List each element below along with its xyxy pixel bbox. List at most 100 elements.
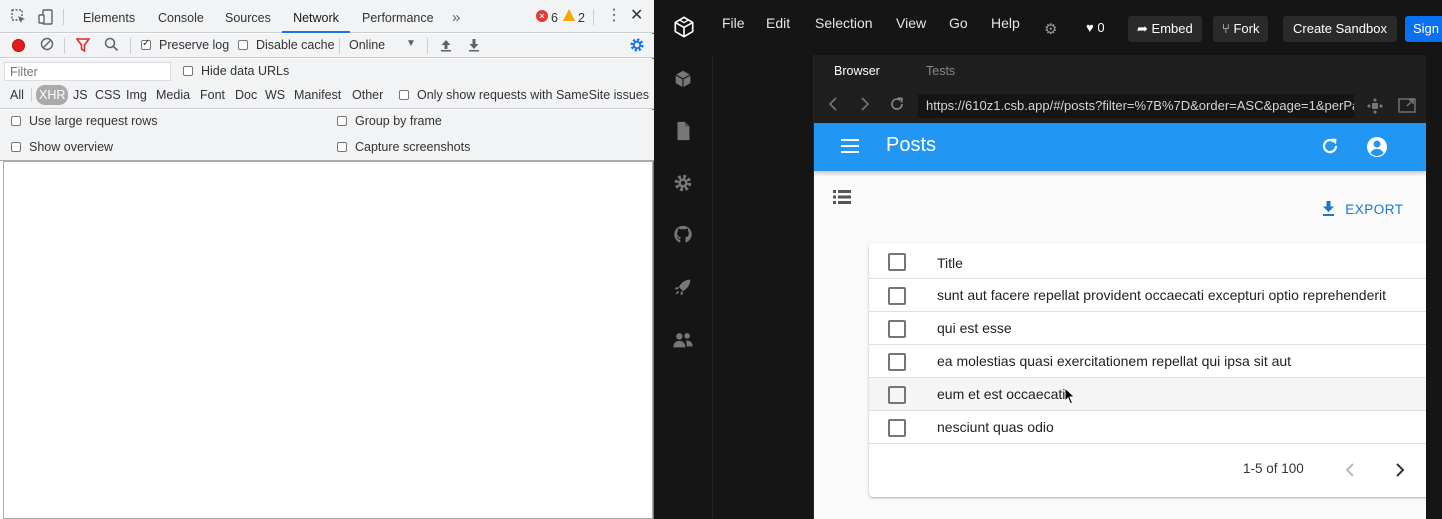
large-rows-label[interactable]: Use large request rows xyxy=(29,114,158,128)
network-toolbar: Preserve log Disable cache Online ▼ xyxy=(0,34,654,58)
device-toolbar-icon[interactable] xyxy=(38,9,54,28)
tab-elements[interactable]: Elements xyxy=(83,0,135,33)
preserve-log-checkbox[interactable] xyxy=(141,38,151,50)
type-filter-img[interactable]: Img xyxy=(123,85,150,105)
filter-icon[interactable] xyxy=(75,38,91,55)
throttle-select[interactable]: Online xyxy=(349,38,385,52)
group-by-frame-label[interactable]: Group by frame xyxy=(355,114,442,128)
large-rows-checkbox[interactable] xyxy=(11,116,21,126)
preview-url-input[interactable]: https://610z1.csb.app/#/posts?filter=%7B… xyxy=(918,94,1354,118)
type-filter-all[interactable]: All xyxy=(7,85,27,105)
live-collaboration-icon[interactable] xyxy=(672,329,694,351)
devtools-toggle-icon[interactable] xyxy=(1366,97,1384,119)
row-checkbox[interactable] xyxy=(888,419,906,437)
more-tabs-icon[interactable]: » xyxy=(452,0,460,33)
list-view-icon[interactable] xyxy=(833,190,851,209)
chevron-down-icon[interactable]: ▼ xyxy=(406,38,416,49)
deploy-rocket-icon[interactable] xyxy=(672,276,694,298)
export-button[interactable]: EXPORT xyxy=(1322,201,1404,217)
record-icon[interactable] xyxy=(12,39,25,52)
column-header-title[interactable]: Title xyxy=(937,255,963,271)
menu-edit[interactable]: Edit xyxy=(766,15,790,31)
refresh-icon[interactable] xyxy=(1321,137,1339,160)
type-filter-other[interactable]: Other xyxy=(349,85,386,105)
table-row[interactable]: ea molestias quasi exercitationem repell… xyxy=(869,345,1426,378)
tab-performance[interactable]: Performance xyxy=(362,0,434,33)
tab-sources[interactable]: Sources xyxy=(225,0,271,33)
codesandbox-logo-icon[interactable] xyxy=(673,16,695,38)
row-checkbox[interactable] xyxy=(888,353,906,371)
file-explorer-icon[interactable] xyxy=(672,120,694,142)
refresh-icon[interactable] xyxy=(889,96,905,116)
account-avatar-icon[interactable] xyxy=(1366,136,1388,163)
like-button[interactable]: ♥ 0 xyxy=(1086,20,1105,35)
type-filter-xhr[interactable]: XHR xyxy=(36,85,69,105)
disable-cache-checkbox[interactable] xyxy=(238,40,248,50)
open-new-window-icon[interactable] xyxy=(1398,97,1416,117)
type-filter-font[interactable]: Font xyxy=(197,85,228,105)
tab-network[interactable]: Network xyxy=(282,0,350,33)
disable-cache-label[interactable]: Disable cache xyxy=(256,38,335,52)
menu-selection[interactable]: Selection xyxy=(815,15,873,31)
table-row[interactable]: sunt aut facere repellat provident occae… xyxy=(869,279,1426,312)
more-options-icon[interactable]: ⋮ xyxy=(606,8,622,24)
type-filter-js[interactable]: JS xyxy=(70,85,91,105)
type-filter-manifest[interactable]: Manifest xyxy=(291,85,344,105)
network-settings-gear-icon[interactable] xyxy=(629,37,645,56)
filter-input[interactable] xyxy=(4,62,171,81)
back-icon[interactable] xyxy=(828,96,838,116)
table-row[interactable]: nesciunt quas odio xyxy=(869,411,1426,444)
samesite-label[interactable]: Only show requests with SameSite issues xyxy=(417,88,649,102)
capture-screenshots-label[interactable]: Capture screenshots xyxy=(355,140,470,154)
preserve-log-label[interactable]: Preserve log xyxy=(159,38,229,52)
import-har-icon[interactable] xyxy=(440,38,452,55)
tab-console[interactable]: Console xyxy=(158,0,204,33)
hide-data-urls-checkbox[interactable] xyxy=(183,66,193,76)
error-count[interactable]: 6 xyxy=(551,0,558,36)
capture-screenshots-checkbox[interactable] xyxy=(337,142,347,152)
forward-icon[interactable] xyxy=(860,96,870,116)
group-by-frame-checkbox[interactable] xyxy=(337,116,347,126)
sign-in-button[interactable]: Sign xyxy=(1405,16,1442,42)
github-icon[interactable] xyxy=(672,224,694,246)
select-all-checkbox[interactable] xyxy=(888,253,906,271)
hamburger-menu-icon[interactable] xyxy=(841,139,859,158)
fork-button[interactable]: ⑂ Fork xyxy=(1213,16,1269,42)
clear-icon[interactable] xyxy=(40,37,54,54)
show-overview-label[interactable]: Show overview xyxy=(29,140,113,154)
show-overview-checkbox[interactable] xyxy=(11,142,21,152)
menu-view[interactable]: View xyxy=(896,15,926,31)
inspect-element-icon[interactable] xyxy=(11,9,27,28)
row-checkbox[interactable] xyxy=(888,287,906,305)
settings-cog-icon[interactable] xyxy=(672,172,694,194)
menu-help[interactable]: Help xyxy=(991,15,1020,31)
type-filter-ws[interactable]: WS xyxy=(262,85,288,105)
warning-count[interactable]: 2 xyxy=(578,0,585,36)
warning-icon[interactable] xyxy=(563,9,575,21)
tab-tests[interactable]: Tests xyxy=(926,64,955,78)
samesite-checkbox[interactable] xyxy=(399,90,409,100)
type-filter-css[interactable]: CSS xyxy=(92,85,124,105)
menu-go[interactable]: Go xyxy=(949,15,968,31)
previous-page-icon[interactable] xyxy=(1345,463,1355,482)
network-filter-bar: Hide data URLs All XHR JS CSS Img Media … xyxy=(0,59,654,109)
search-icon[interactable] xyxy=(104,37,119,55)
menu-file[interactable]: File xyxy=(722,15,745,31)
create-sandbox-button[interactable]: Create Sandbox xyxy=(1283,16,1397,42)
close-icon[interactable]: ✕ xyxy=(630,8,643,24)
row-checkbox[interactable] xyxy=(888,386,906,404)
error-icon[interactable]: × xyxy=(536,10,548,22)
next-page-icon[interactable] xyxy=(1395,463,1405,482)
project-info-cube-icon[interactable] xyxy=(672,68,694,90)
type-filter-media[interactable]: Media xyxy=(153,85,193,105)
export-har-icon[interactable] xyxy=(468,38,480,55)
settings-gear-icon[interactable]: ⚙ xyxy=(1044,20,1057,38)
table-row[interactable]: qui est esse xyxy=(869,312,1426,345)
type-filter-doc[interactable]: Doc xyxy=(232,85,260,105)
tab-browser[interactable]: Browser xyxy=(834,64,880,78)
row-checkbox[interactable] xyxy=(888,320,906,338)
row-title: eum et est occaecati xyxy=(937,386,1066,402)
embed-button[interactable]: ➦ Embed xyxy=(1128,16,1202,42)
hide-data-urls-label[interactable]: Hide data URLs xyxy=(201,64,289,78)
table-row[interactable]: eum et est occaecati xyxy=(869,378,1426,411)
